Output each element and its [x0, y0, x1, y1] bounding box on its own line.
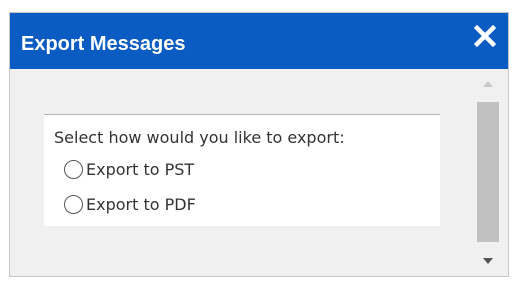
scroll-thumb[interactable] — [477, 102, 499, 242]
export-pdf-option[interactable]: Export to PDF — [64, 195, 196, 214]
export-options-panel: Select how would you like to export: Exp… — [44, 114, 440, 226]
export-messages-dialog: Export Messages Select how would you lik… — [9, 12, 509, 277]
scroll-up-button[interactable] — [477, 73, 499, 95]
arrow-down-icon — [483, 258, 493, 264]
vertical-scrollbar[interactable] — [477, 69, 499, 274]
export-pdf-radio[interactable] — [64, 195, 83, 214]
export-pst-radio[interactable] — [64, 160, 83, 179]
dialog-title: Export Messages — [21, 33, 186, 55]
export-pst-label: Export to PST — [86, 160, 195, 179]
close-button[interactable] — [470, 19, 500, 53]
dialog-titlebar: Export Messages — [10, 13, 508, 69]
export-instruction: Select how would you like to export: — [54, 128, 345, 147]
close-icon — [474, 25, 496, 47]
arrow-up-icon — [483, 81, 493, 87]
export-pdf-label: Export to PDF — [86, 195, 196, 214]
dialog-body: Select how would you like to export: Exp… — [10, 69, 508, 276]
export-pst-option[interactable]: Export to PST — [64, 160, 194, 179]
scroll-down-button[interactable] — [477, 250, 499, 272]
